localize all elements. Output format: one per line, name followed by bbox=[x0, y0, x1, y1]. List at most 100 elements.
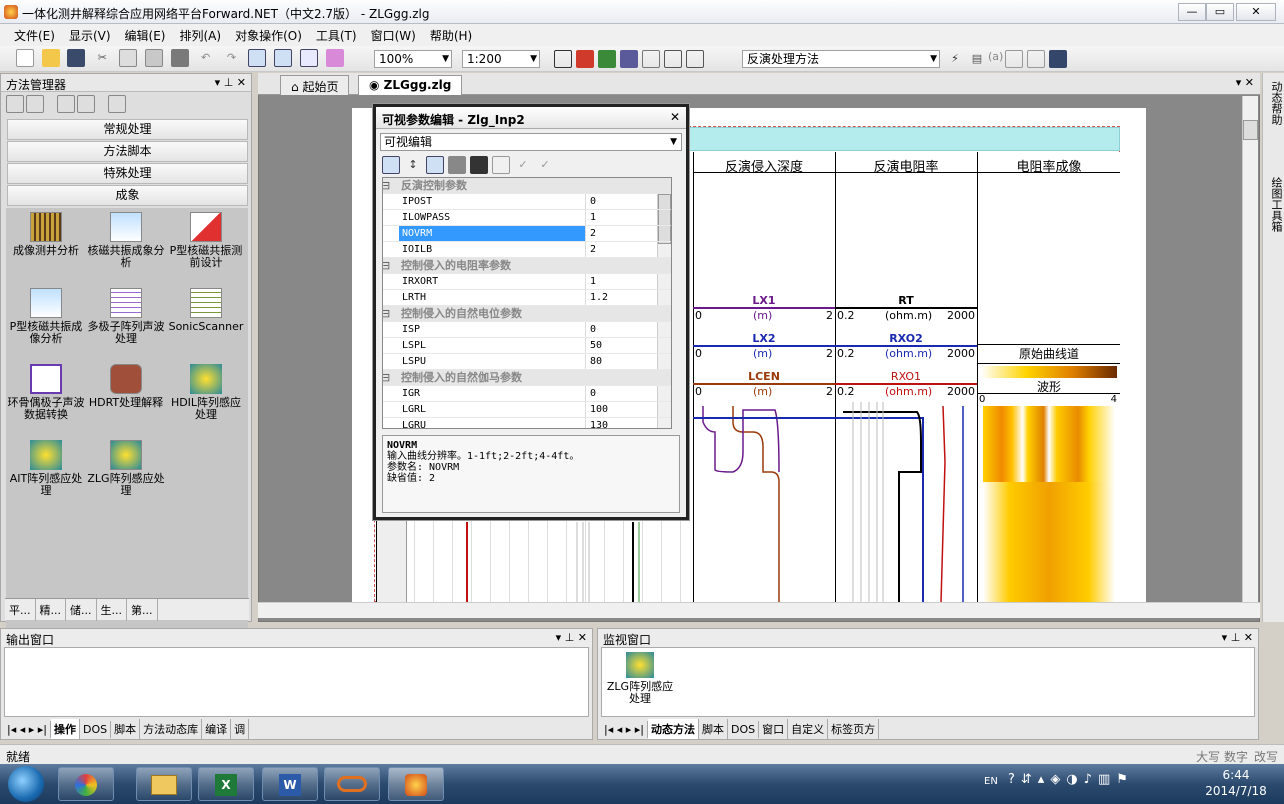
layer-icon[interactable] bbox=[620, 50, 638, 68]
method-ait[interactable]: AIT阵列感应处理 bbox=[6, 440, 86, 497]
print-icon[interactable] bbox=[170, 49, 189, 67]
check-icon[interactable]: ✓ bbox=[514, 156, 532, 174]
doc-tab-controls[interactable]: ▾ ✕ bbox=[1236, 76, 1254, 89]
param-category[interactable]: 反演控制参数 ⊟ bbox=[383, 178, 671, 194]
taskbar-app-5[interactable] bbox=[324, 767, 380, 801]
curve-icon[interactable] bbox=[598, 50, 616, 68]
copy-icon[interactable] bbox=[119, 49, 138, 67]
param-row[interactable]: LSPL 50 bbox=[383, 338, 671, 354]
tab-dos[interactable]: DOS bbox=[728, 721, 760, 738]
param-value[interactable]: 1 bbox=[585, 274, 665, 289]
collapse-icon[interactable]: ⊟ bbox=[383, 178, 390, 194]
method-hdil[interactable]: HDIL阵列感应处理 bbox=[166, 364, 246, 421]
method-zlg[interactable]: ZLG阵列感应处理 bbox=[86, 440, 166, 497]
undo-icon[interactable]: ↶ bbox=[197, 49, 215, 67]
new-file-icon[interactable] bbox=[15, 49, 34, 67]
method-p-nmr-analysis[interactable]: P型核磁共振成像分析 bbox=[6, 288, 86, 345]
param-row[interactable]: ILOWPASS 1 bbox=[383, 210, 671, 226]
monitor-controls[interactable]: ▾ ⊥ ✕ bbox=[1222, 631, 1253, 644]
menu-tools[interactable]: 工具(T) bbox=[309, 24, 364, 47]
clock[interactable]: 6:44 2014/7/18 bbox=[1196, 767, 1276, 799]
panel-tool-icon[interactable] bbox=[57, 95, 75, 113]
tab-custom[interactable]: 自定义 bbox=[788, 719, 829, 739]
tab-platform[interactable]: 平... bbox=[5, 599, 36, 621]
param-value[interactable]: 0 bbox=[585, 194, 665, 209]
open-folder-icon[interactable] bbox=[41, 49, 60, 67]
collapse-icon[interactable]: ⊟ bbox=[383, 258, 390, 274]
param-value[interactable]: 1.2 bbox=[585, 290, 665, 305]
param-value[interactable]: 50 bbox=[585, 338, 665, 353]
dialog-close-icon[interactable]: ✕ bbox=[670, 110, 680, 124]
dialog-saveall-icon[interactable] bbox=[470, 156, 488, 174]
horizontal-scrollbar[interactable] bbox=[258, 602, 1260, 618]
taskbar-explorer[interactable] bbox=[136, 767, 192, 801]
method-p-nmr-design[interactable]: P型核磁共振测前设计 bbox=[166, 212, 246, 269]
param-row[interactable]: ISP 0 bbox=[383, 322, 671, 338]
track-icon[interactable] bbox=[576, 50, 594, 68]
tab-zlggg[interactable]: ◉ ZLGgg.zlg bbox=[358, 75, 463, 95]
layout-icon[interactable] bbox=[1027, 50, 1046, 68]
check-all-icon[interactable]: ✓ bbox=[536, 156, 554, 174]
param-row[interactable]: LGRL 100 bbox=[383, 402, 671, 418]
sort-icon[interactable] bbox=[426, 156, 444, 174]
comment-icon[interactable]: ▤ bbox=[968, 50, 986, 68]
redo-icon[interactable]: ↷ bbox=[222, 49, 240, 67]
view-b-icon[interactable] bbox=[274, 49, 293, 67]
param-row[interactable]: IRXORT 1 bbox=[383, 274, 671, 290]
export-icon[interactable] bbox=[686, 50, 704, 68]
input-language[interactable]: EN bbox=[984, 776, 998, 787]
view-c-icon[interactable] bbox=[299, 49, 318, 67]
nav-arrows[interactable]: |◂ ◂ ▸ ▸| bbox=[4, 721, 51, 738]
category-conventional[interactable]: 常规处理 bbox=[7, 119, 248, 140]
dynamic-help-tab[interactable]: 动态帮助 bbox=[1268, 81, 1284, 125]
param-category[interactable]: 控制侵入的电阻率参数 ⊟ bbox=[383, 258, 671, 274]
copy-param-icon[interactable] bbox=[492, 156, 510, 174]
panel-tool-icon[interactable] bbox=[108, 95, 126, 113]
method-dipole-convert[interactable]: 环骨偶极子声波数据转换 bbox=[6, 364, 86, 421]
method-hdrt[interactable]: HDRT处理解释 bbox=[86, 364, 166, 409]
param-category[interactable]: 控制侵入的自然电位参数 ⊟ bbox=[383, 306, 671, 322]
tab-script[interactable]: 脚本 bbox=[111, 719, 141, 739]
param-category[interactable]: 控制侵入的自然伽马参数 ⊟ bbox=[383, 370, 671, 386]
dialog-mode-select[interactable]: 可视编辑 ▼ bbox=[380, 133, 682, 151]
menu-file[interactable]: 文件(E) bbox=[0, 24, 62, 47]
scrollbar-thumb[interactable] bbox=[1243, 120, 1258, 140]
param-value[interactable]: 2 bbox=[585, 242, 665, 257]
panel-tool-icon[interactable] bbox=[26, 95, 44, 113]
param-row[interactable]: IPOST 0 bbox=[383, 194, 671, 210]
monitor-zlg-item[interactable]: ZLG阵列感应处理 bbox=[602, 652, 678, 705]
lightning-icon[interactable]: ⚡ bbox=[946, 50, 964, 68]
method-imaging-log[interactable]: 成像测井分析 bbox=[6, 212, 86, 257]
method-sonic-scanner[interactable]: SonicScanner bbox=[166, 288, 246, 333]
dialog-save-icon[interactable] bbox=[448, 156, 466, 174]
menu-help[interactable]: 帮助(H) bbox=[423, 24, 479, 47]
category-script[interactable]: 方法脚本 bbox=[7, 141, 248, 162]
frame-icon[interactable] bbox=[664, 50, 682, 68]
tab-reservoir[interactable]: 储... bbox=[66, 599, 97, 621]
tab-method-lib[interactable]: 方法动态库 bbox=[140, 719, 203, 739]
param-row[interactable]: IGR 0 bbox=[383, 386, 671, 402]
paste-icon[interactable] bbox=[144, 49, 163, 67]
tab-script[interactable]: 脚本 bbox=[699, 719, 728, 739]
collapse-icon[interactable]: ⊟ bbox=[383, 306, 390, 322]
nav-arrows[interactable]: |◂ ◂ ▸ ▸| bbox=[601, 721, 648, 738]
param-row[interactable]: LGRU 130 bbox=[383, 418, 671, 428]
param-row[interactable]: LRTH 1.2 bbox=[383, 290, 671, 306]
panel-tool-icon[interactable] bbox=[77, 95, 95, 113]
category-special[interactable]: 特殊处理 bbox=[7, 163, 248, 184]
tab-production[interactable]: 生... bbox=[97, 599, 127, 621]
menu-edit[interactable]: 编辑(E) bbox=[118, 24, 173, 47]
tab-window[interactable]: 窗口 bbox=[759, 719, 789, 739]
panel-tool-icon[interactable] bbox=[6, 95, 24, 113]
method-multipole[interactable]: 多极子阵列声波处理 bbox=[86, 288, 166, 345]
tray-icons[interactable]: ?⇵▴◈◑♪▥⚑ bbox=[1008, 772, 1134, 787]
menu-arrange[interactable]: 排列(A) bbox=[172, 24, 228, 47]
param-value[interactable]: 0 bbox=[585, 322, 665, 337]
param-row[interactable]: LSPU 80 bbox=[383, 354, 671, 370]
method-select[interactable]: 反演处理方法 ▼ bbox=[742, 50, 940, 68]
tab-label-page[interactable]: 标签页方 bbox=[828, 719, 880, 739]
publish-icon[interactable] bbox=[1049, 50, 1068, 68]
close-button[interactable]: ✕ bbox=[1236, 3, 1276, 21]
tab-debug[interactable]: 调 bbox=[231, 719, 250, 739]
tab-dos[interactable]: DOS bbox=[80, 721, 112, 738]
